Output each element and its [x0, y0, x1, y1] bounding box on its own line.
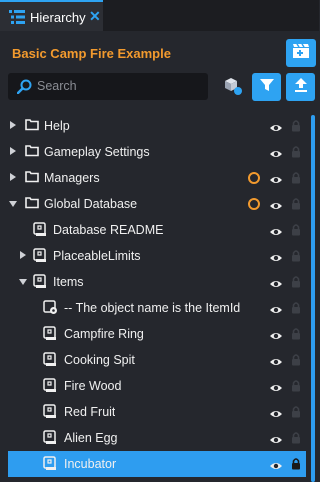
lock-icon[interactable] — [291, 223, 301, 241]
close-icon[interactable]: ✕ — [89, 8, 101, 25]
modified-indicator-icon — [248, 198, 260, 210]
tree-row[interactable]: Gameplay Settings — [0, 139, 319, 165]
tree-row[interactable]: Fire Wood — [0, 373, 319, 399]
lock-icon[interactable] — [291, 301, 301, 319]
visibility-eye-icon[interactable] — [269, 224, 283, 242]
collapsed-arrow-icon[interactable] — [10, 173, 16, 181]
script-gear-icon — [43, 300, 58, 320]
tree-row-label: Global Database — [44, 197, 138, 211]
lock-icon[interactable] — [291, 275, 301, 293]
folder-icon — [25, 118, 39, 136]
visibility-eye-icon[interactable] — [269, 458, 283, 476]
tree-row[interactable]: Cooking Spit — [0, 347, 319, 373]
tree-row-label: Help — [44, 119, 70, 133]
tab-label: Hierarchy — [30, 10, 86, 25]
visibility-eye-icon[interactable] — [269, 406, 283, 424]
visibility-eye-icon[interactable] — [269, 354, 283, 372]
tree-row-label: Managers — [44, 171, 100, 185]
search-input[interactable]: Search — [8, 73, 208, 100]
tree-row-label: PlaceableLimits — [53, 249, 141, 263]
tree-row[interactable]: Database README — [0, 217, 319, 243]
filter-icon — [259, 77, 275, 98]
script-object-icon — [33, 248, 47, 268]
lock-icon[interactable] — [291, 197, 301, 215]
script-object-icon — [43, 326, 57, 346]
folder-icon — [25, 170, 39, 188]
tree-row[interactable]: Alien Egg — [0, 425, 319, 451]
visibility-eye-icon[interactable] — [269, 198, 283, 216]
lock-icon[interactable] — [291, 119, 301, 137]
script-object-icon — [33, 222, 47, 242]
script-object-icon — [33, 274, 47, 294]
scrollbar[interactable] — [311, 115, 315, 482]
lock-icon[interactable] — [291, 249, 301, 267]
script-object-icon — [43, 456, 57, 476]
tree-row-label: Incubator — [64, 457, 117, 471]
lock-icon[interactable] — [291, 171, 301, 189]
script-object-icon — [43, 404, 57, 424]
tab-hierarchy[interactable]: Hierarchy ✕ — [0, 0, 103, 31]
tree-row-label: Database README — [53, 223, 164, 237]
modified-indicator-icon — [248, 172, 260, 184]
folder-icon — [25, 144, 39, 162]
tree-row-label: Alien Egg — [64, 431, 118, 445]
expanded-arrow-icon[interactable] — [19, 279, 27, 285]
visibility-eye-icon[interactable] — [269, 276, 283, 294]
visibility-eye-icon[interactable] — [269, 380, 283, 398]
tree-row[interactable]: Campfire Ring — [0, 321, 319, 347]
visibility-eye-icon[interactable] — [269, 432, 283, 450]
tree-row-label: Gameplay Settings — [44, 145, 150, 159]
tree-row[interactable]: Global Database — [0, 191, 319, 217]
lock-icon[interactable] — [291, 457, 301, 475]
lock-icon[interactable] — [291, 327, 301, 345]
collapsed-arrow-icon[interactable] — [10, 121, 16, 129]
tree-row-label: Items — [53, 275, 84, 289]
visibility-eye-icon[interactable] — [269, 250, 283, 268]
tree-row-label: Cooking Spit — [64, 353, 135, 367]
object-cube-icon[interactable] — [223, 76, 243, 101]
script-object-icon — [43, 352, 57, 372]
tree-row[interactable]: Red Fruit — [0, 399, 319, 425]
list-icon — [9, 10, 25, 29]
visibility-eye-icon[interactable] — [269, 328, 283, 346]
script-object-icon — [43, 378, 57, 398]
project-title: Basic Camp Fire Example — [12, 46, 171, 61]
lock-icon[interactable] — [291, 379, 301, 397]
clapperboard-icon — [292, 43, 310, 64]
tree-row[interactable]: Help — [0, 113, 319, 139]
clapperboard-button[interactable] — [286, 39, 316, 67]
expanded-arrow-icon[interactable] — [9, 201, 17, 207]
visibility-eye-icon[interactable] — [269, 120, 283, 138]
upload-button[interactable] — [286, 73, 315, 101]
tree-row-label: Campfire Ring — [64, 327, 144, 341]
tree-row-label: -- The object name is the ItemId — [64, 301, 241, 315]
upload-icon — [293, 77, 309, 98]
tree-row[interactable]: Managers — [0, 165, 319, 191]
tree-row[interactable]: -- The object name is the ItemId — [0, 295, 319, 321]
tree-row[interactable]: Items — [0, 269, 319, 295]
lock-icon[interactable] — [291, 353, 301, 371]
filter-button[interactable] — [252, 73, 281, 101]
script-object-icon — [43, 430, 57, 450]
search-placeholder: Search — [37, 79, 77, 93]
tree-row[interactable]: Incubator — [8, 451, 306, 477]
lock-icon[interactable] — [291, 405, 301, 423]
folder-icon — [25, 196, 39, 214]
visibility-eye-icon[interactable] — [269, 302, 283, 320]
tree-row-label: Red Fruit — [64, 405, 116, 419]
collapsed-arrow-icon[interactable] — [10, 147, 16, 155]
collapsed-arrow-icon[interactable] — [20, 251, 26, 259]
visibility-eye-icon[interactable] — [269, 172, 283, 190]
visibility-eye-icon[interactable] — [269, 146, 283, 164]
tree-row-label: Fire Wood — [64, 379, 122, 393]
tab-bar: Hierarchy ✕ — [0, 0, 319, 31]
lock-icon[interactable] — [291, 145, 301, 163]
tree-row[interactable]: PlaceableLimits — [0, 243, 319, 269]
lock-icon[interactable] — [291, 431, 301, 449]
search-icon — [16, 79, 32, 99]
